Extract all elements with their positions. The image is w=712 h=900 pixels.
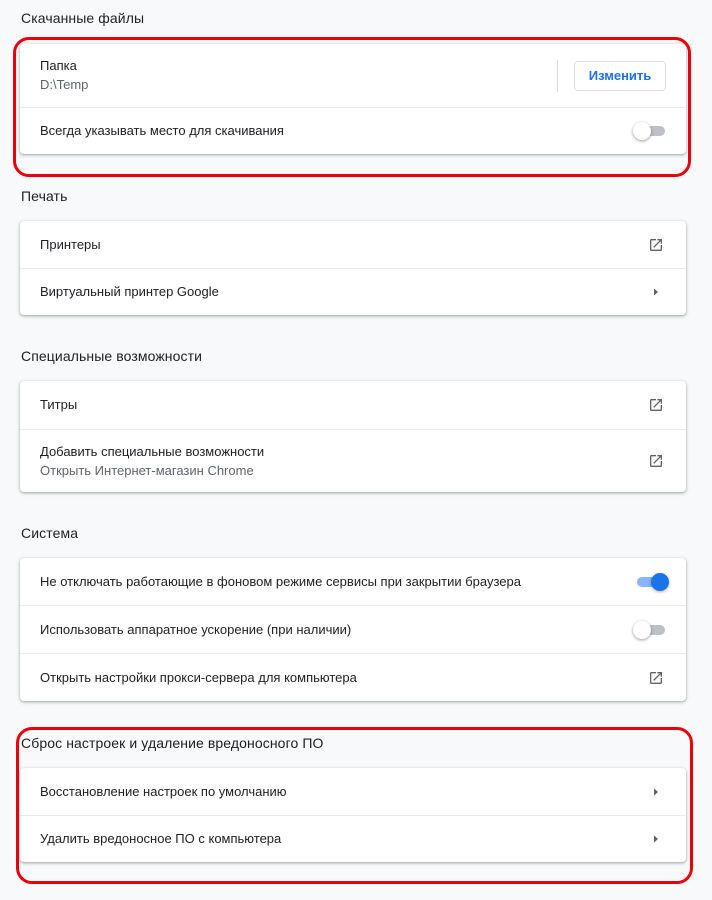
cloud-print-row[interactable]: Виртуальный принтер Google (20, 268, 686, 315)
open-in-new-icon[interactable] (648, 453, 664, 469)
ask-download-location-label: Всегда указывать место для скачивания (40, 123, 284, 138)
ask-download-location-toggle[interactable] (633, 122, 668, 140)
hardware-acceleration-toggle[interactable] (633, 620, 668, 639)
add-accessibility-label: Добавить специальные возможности (40, 443, 265, 459)
restore-defaults-label: Восстановление настроек по умолчанию (40, 783, 287, 799)
proxy-settings-label: Открыть настройки прокси-сервера для ком… (40, 669, 357, 685)
arrow-right-icon[interactable] (648, 284, 664, 300)
background-apps-label: Не отключать работающие в фоновом режиме… (40, 573, 521, 589)
printing-card: Принтеры Виртуальный принтер Google (20, 221, 686, 315)
hardware-acceleration-row[interactable]: Использовать аппаратное ускорение (при н… (20, 605, 686, 653)
vertical-divider (557, 59, 558, 92)
cloud-print-label: Виртуальный принтер Google (40, 284, 219, 299)
section-title-system: Система (21, 525, 79, 541)
printers-row[interactable]: Принтеры (20, 221, 686, 268)
open-in-new-icon[interactable] (648, 397, 664, 413)
section-title-downloads: Скачанные файлы (21, 10, 145, 26)
hardware-acceleration-label: Использовать аппаратное ускорение (при н… (40, 621, 352, 637)
captions-row[interactable]: Титры (20, 381, 686, 429)
open-in-new-icon[interactable] (648, 237, 664, 253)
download-folder-label: Папка (40, 58, 77, 73)
system-card: Не отключать работающие в фоновом режиме… (20, 558, 686, 701)
arrow-right-icon[interactable] (648, 784, 664, 800)
accessibility-card: Титры Добавить специальные возможности О… (20, 381, 686, 492)
cleanup-computer-label: Удалить вредоносное ПО с компьютера (40, 831, 282, 846)
download-folder-row: Папка D:\Temp Изменить (20, 44, 686, 107)
reset-card: Восстановление настроек по умолчанию Уда… (20, 768, 686, 862)
add-accessibility-row[interactable]: Добавить специальные возможности Открыть… (20, 429, 686, 492)
download-folder-path: D:\Temp (40, 77, 89, 92)
printers-label: Принтеры (40, 236, 101, 252)
restore-defaults-row[interactable]: Восстановление настроек по умолчанию (20, 768, 686, 815)
arrow-right-icon[interactable] (648, 831, 664, 847)
cleanup-computer-row[interactable]: Удалить вредоносное ПО с компьютера (20, 815, 686, 862)
add-accessibility-sublabel: Открыть Интернет-магазин Chrome (40, 462, 254, 478)
section-title-accessibility: Специальные возможности (21, 348, 203, 364)
proxy-settings-row[interactable]: Открыть настройки прокси-сервера для ком… (20, 653, 686, 701)
downloads-card: Папка D:\Temp Изменить Всегда указывать … (20, 44, 686, 154)
section-title-printing: Печать (21, 188, 68, 204)
background-apps-toggle[interactable] (634, 572, 669, 591)
background-apps-row[interactable]: Не отключать работающие в фоновом режиме… (20, 558, 686, 605)
section-title-reset: Сброс настроек и удаление вредоносного П… (21, 735, 324, 751)
change-folder-button[interactable]: Изменить (574, 60, 666, 91)
ask-download-location-row[interactable]: Всегда указывать место для скачивания (20, 107, 686, 154)
captions-label: Титры (40, 397, 78, 412)
open-in-new-icon[interactable] (648, 670, 664, 686)
